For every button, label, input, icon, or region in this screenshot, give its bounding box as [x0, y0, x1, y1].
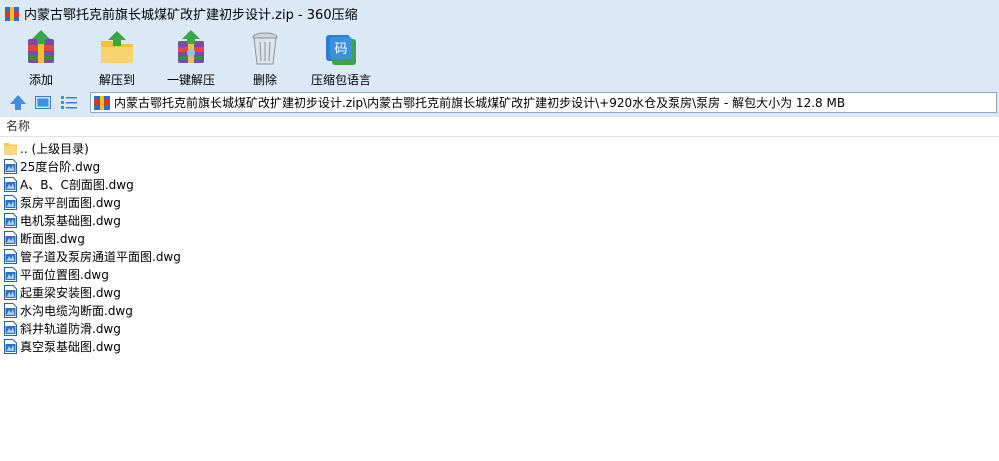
folder-icon	[4, 141, 17, 156]
list-item[interactable]: 平面位置图.dwg	[0, 265, 999, 283]
thumbnail-view-icon[interactable]	[34, 94, 52, 111]
file-name: 水沟电缆沟断面.dwg	[20, 303, 133, 318]
app-window: 内蒙古鄂托克前旗长城煤矿改扩建初步设计.zip - 360压缩 添加 解压到 一…	[0, 0, 999, 461]
archive-icon	[94, 95, 110, 110]
dwg-file-icon	[4, 266, 17, 282]
dwg-file-icon	[4, 230, 17, 246]
extract-to-button-label: 解压到	[98, 73, 135, 87]
file-name: .. (上级目录)	[20, 141, 89, 156]
dwg-file-icon	[4, 158, 17, 174]
file-name: 管子道及泵房通道平面图.dwg	[20, 249, 181, 264]
dwg-file-icon	[4, 302, 17, 318]
archive-path: 内蒙古鄂托克前旗长城煤矿改扩建初步设计.zip\内蒙古鄂托克前旗长城煤矿改扩建初…	[114, 96, 846, 110]
file-name: A、B、C剖面图.dwg	[20, 177, 134, 192]
delete-button-label: 删除	[252, 73, 277, 87]
list-item[interactable]: 泵房平剖面图.dwg	[0, 193, 999, 211]
list-item[interactable]: 水沟电缆沟断面.dwg	[0, 301, 999, 319]
list-item[interactable]: 25度台阶.dwg	[0, 157, 999, 175]
file-name: 电机泵基础图.dwg	[20, 213, 121, 228]
file-name: 平面位置图.dwg	[20, 267, 109, 282]
navigation-bar: 内蒙古鄂托克前旗长城煤矿改扩建初步设计.zip\内蒙古鄂托克前旗长城煤矿改扩建初…	[0, 89, 999, 116]
dwg-file-icon	[4, 212, 17, 228]
one-click-extract-button[interactable]: 一键解压	[151, 29, 231, 87]
title-bar: 内蒙古鄂托克前旗长城煤矿改扩建初步设计.zip - 360压缩	[0, 0, 999, 27]
list-view-icon[interactable]	[60, 94, 78, 111]
file-name: 真空泵基础图.dwg	[20, 339, 121, 354]
list-item[interactable]: 电机泵基础图.dwg	[0, 211, 999, 229]
one-click-extract-icon	[172, 29, 210, 67]
dwg-file-icon	[4, 194, 17, 210]
address-bar[interactable]: 内蒙古鄂托克前旗长城煤矿改扩建初步设计.zip\内蒙古鄂托克前旗长城煤矿改扩建初…	[90, 92, 997, 113]
delete-trash-icon	[246, 29, 284, 67]
one-click-extract-button-label: 一键解压	[166, 73, 215, 87]
archive-language-button-label: 压缩包语言	[310, 73, 371, 87]
file-name: 起重梁安装图.dwg	[20, 285, 121, 300]
delete-button[interactable]: 删除	[225, 29, 305, 87]
toolbar: 添加 解压到 一键解压 删除 码 压缩包语言	[0, 27, 999, 89]
archive-language-icon: 码	[322, 29, 360, 67]
add-archive-icon	[22, 29, 60, 67]
list-item[interactable]: 斜井轨道防滑.dwg	[0, 319, 999, 337]
list-item[interactable]: 真空泵基础图.dwg	[0, 337, 999, 355]
list-item[interactable]: 起重梁安装图.dwg	[0, 283, 999, 301]
dwg-file-icon	[4, 320, 17, 336]
window-title: 内蒙古鄂托克前旗长城煤矿改扩建初步设计.zip - 360压缩	[24, 8, 358, 23]
file-name: 斜井轨道防滑.dwg	[20, 321, 121, 336]
file-name: 断面图.dwg	[20, 231, 85, 246]
file-name: 25度台阶.dwg	[20, 159, 101, 174]
list-item-parent-folder[interactable]: .. (上级目录)	[0, 139, 999, 157]
add-button-label: 添加	[28, 73, 53, 87]
file-list: .. (上级目录) 25度台阶.dwg A、B、C剖面图.dwg 泵房平剖面图.…	[0, 139, 999, 461]
add-button[interactable]: 添加	[1, 29, 81, 87]
list-item[interactable]: A、B、C剖面图.dwg	[0, 175, 999, 193]
dwg-file-icon	[4, 248, 17, 264]
up-arrow-icon[interactable]	[9, 94, 27, 111]
list-item[interactable]: 断面图.dwg	[0, 229, 999, 247]
dwg-file-icon	[4, 338, 17, 354]
app-icon	[5, 6, 19, 21]
dwg-file-icon	[4, 284, 17, 300]
extract-to-icon	[98, 29, 136, 67]
svg-text:码: 码	[334, 42, 347, 57]
archive-language-button[interactable]: 码 压缩包语言	[301, 29, 381, 87]
extract-to-button[interactable]: 解压到	[77, 29, 157, 87]
column-header-name[interactable]: 名称	[0, 116, 999, 137]
dwg-file-icon	[4, 176, 17, 192]
list-item[interactable]: 管子道及泵房通道平面图.dwg	[0, 247, 999, 265]
file-name: 泵房平剖面图.dwg	[20, 195, 121, 210]
